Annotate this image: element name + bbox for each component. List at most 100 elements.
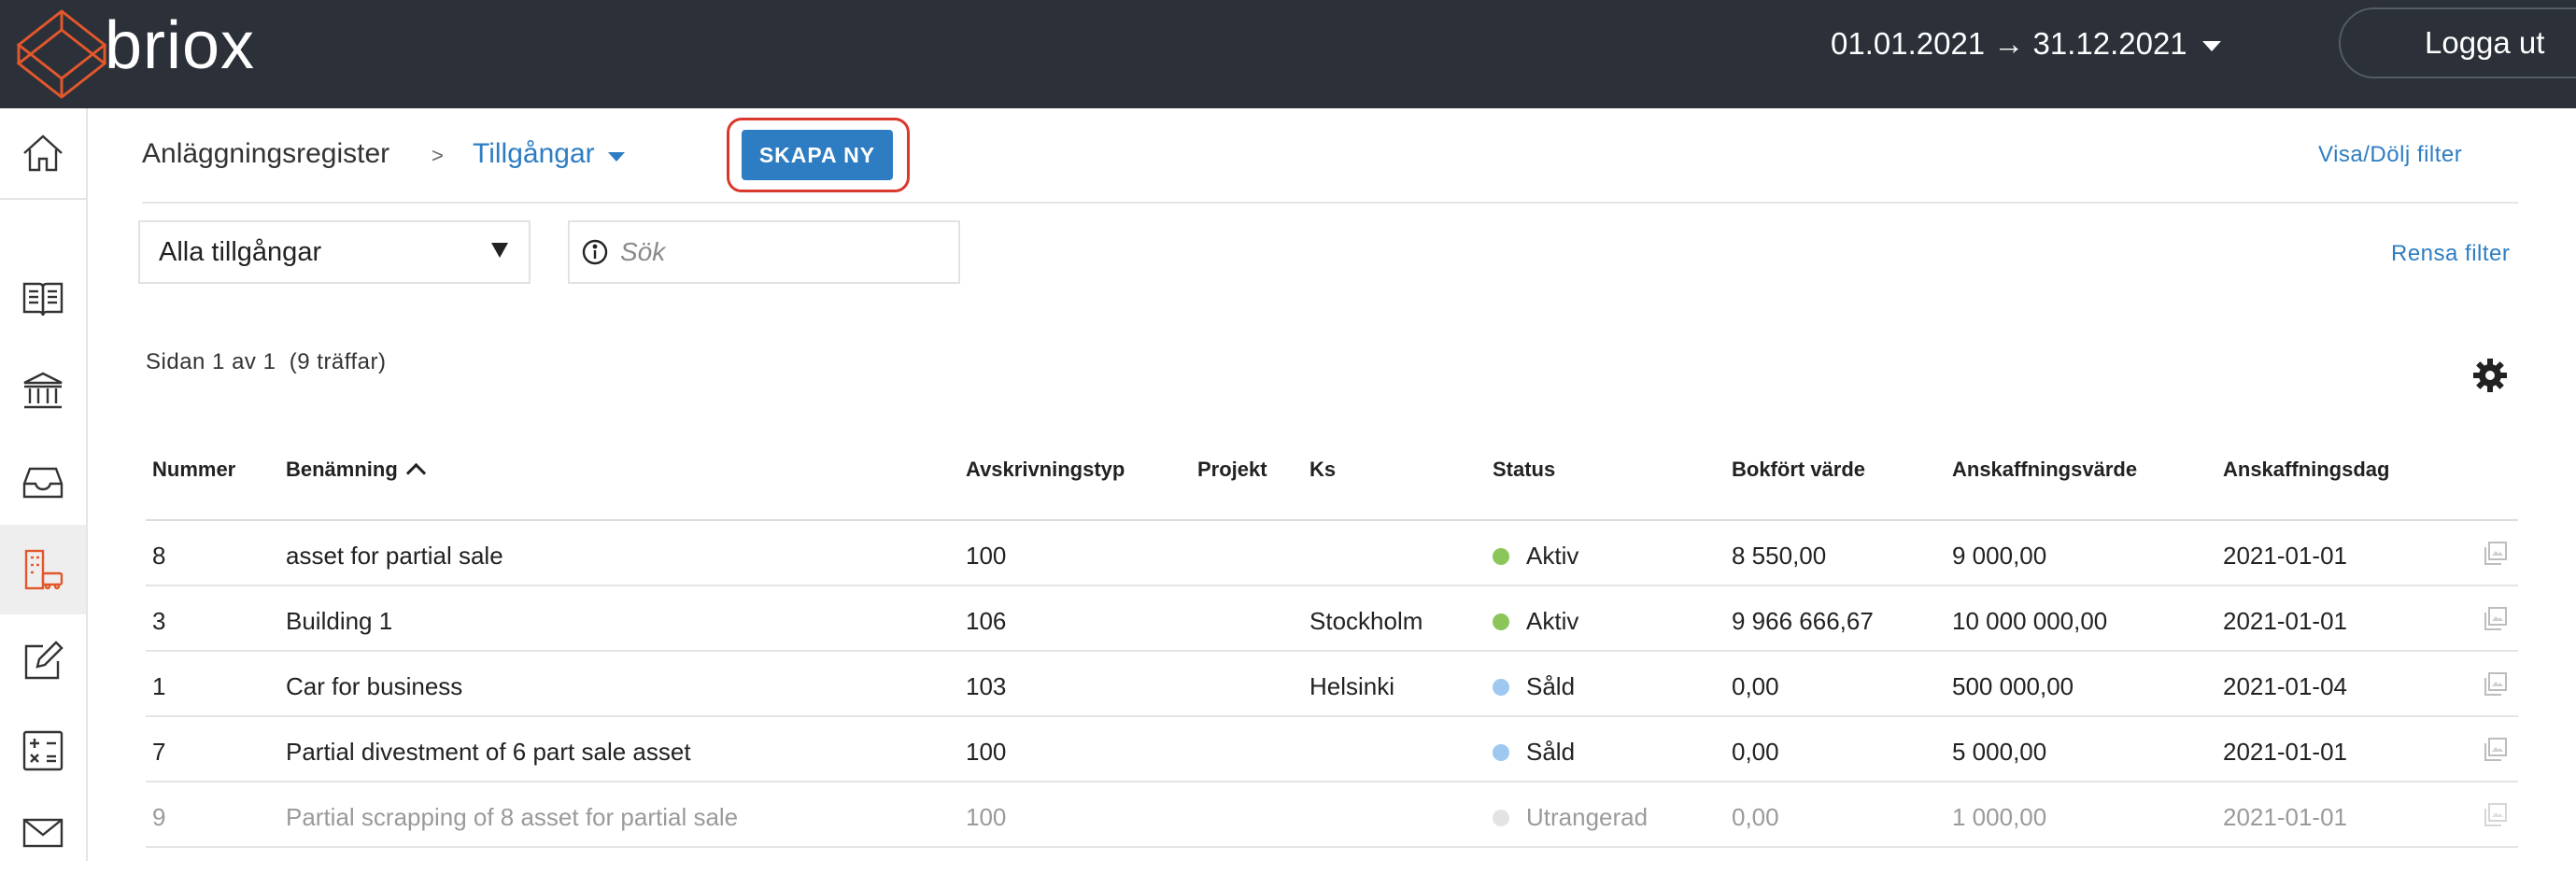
cell-depreciation-type: 100 <box>966 738 1007 766</box>
table-row[interactable]: 8 asset for partial sale 100 Aktiv 8 550… <box>0 521 2576 586</box>
cell-book-value: 0,00 <box>1732 803 1779 831</box>
status-dot <box>1493 613 1509 630</box>
sidebar-item-bank[interactable] <box>0 345 86 435</box>
pagination-info: Sidan 1 av 1 (9 träffar) <box>146 349 387 374</box>
breadcrumb-current-dropdown[interactable]: Tillgångar <box>473 138 625 170</box>
cell-acquisition-date: 2021-01-01 <box>2223 542 2347 570</box>
cell-name: Partial scrapping of 8 asset for partial… <box>286 803 739 831</box>
sidebar-item-home[interactable] <box>0 108 86 198</box>
cell-status: Aktiv <box>1493 542 1578 571</box>
cell-acquisition-value: 500 000,00 <box>1952 672 2074 700</box>
chevron-down-icon <box>2201 40 2221 51</box>
copy-icon[interactable] <box>2481 605 2509 633</box>
column-header-cost-center[interactable]: Ks <box>1309 458 1336 482</box>
cell-number: 9 <box>152 803 166 831</box>
toggle-filter-link[interactable]: Visa/Dölj filter <box>2318 142 2462 168</box>
column-header-depreciation-type[interactable]: Avskrivningstyp <box>966 458 1125 482</box>
cell-cost-center: Helsinki <box>1309 672 1395 700</box>
cell-name: Car for business <box>286 672 463 700</box>
cell-number: 3 <box>152 607 166 635</box>
date-range-selector[interactable]: 01.01.2021 → 31.12.2021 <box>1831 26 2221 62</box>
table-row[interactable]: 9 Partial scrapping of 8 asset for parti… <box>0 782 2576 848</box>
status-dot <box>1493 548 1509 565</box>
status-dot <box>1493 744 1509 761</box>
copy-icon[interactable] <box>2481 670 2509 698</box>
cell-name: Partial divestment of 6 part sale asset <box>286 738 691 766</box>
cell-status: Såld <box>1493 672 1575 701</box>
sort-ascending-icon <box>405 462 426 484</box>
breadcrumb-root[interactable]: Anläggningsregister <box>142 138 389 170</box>
dropdown-arrow-icon <box>491 243 508 258</box>
cell-book-value: 0,00 <box>1732 738 1779 766</box>
cell-acquisition-date: 2021-01-01 <box>2223 803 2347 831</box>
info-icon <box>582 239 608 265</box>
cell-acquisition-value: 10 000 000,00 <box>1952 607 2108 635</box>
cell-acquisition-date: 2021-01-01 <box>2223 738 2347 766</box>
breadcrumb-current-label: Tillgångar <box>473 138 595 169</box>
breadcrumb-separator: > <box>432 144 444 167</box>
cell-status: Såld <box>1493 738 1575 767</box>
status-label: Aktiv <box>1526 607 1579 635</box>
cell-book-value: 8 550,00 <box>1732 542 1827 570</box>
status-label: Såld <box>1526 672 1576 700</box>
search-input[interactable] <box>618 236 958 268</box>
cell-acquisition-value: 9 000,00 <box>1952 542 2047 570</box>
cell-number: 8 <box>152 542 166 570</box>
status-label: Såld <box>1526 738 1576 766</box>
column-header-project[interactable]: Projekt <box>1197 458 1267 482</box>
date-range-text: 01.01.2021 → 31.12.2021 <box>1831 26 2187 61</box>
row-divider <box>146 846 2518 848</box>
copy-icon[interactable] <box>2481 540 2509 568</box>
table-row[interactable]: 1 Car for business 103 Helsinki Såld 0,0… <box>0 652 2576 717</box>
cell-acquisition-value: 1 000,00 <box>1952 803 2047 831</box>
cell-depreciation-type: 100 <box>966 542 1007 570</box>
cell-number: 1 <box>152 672 166 700</box>
briox-logo-icon <box>16 9 107 99</box>
status-label: Utrangerad <box>1526 803 1649 831</box>
copy-icon[interactable] <box>2481 801 2509 829</box>
clear-filter-link[interactable]: Rensa filter <box>2391 241 2510 267</box>
create-new-button[interactable]: SKAPA NY <box>742 130 893 180</box>
cell-number: 7 <box>152 738 166 766</box>
cell-status: Aktiv <box>1493 607 1578 636</box>
chevron-down-icon <box>607 152 625 162</box>
cell-status: Utrangerad <box>1493 803 1648 832</box>
status-dot <box>1493 810 1509 826</box>
asset-filter-value: Alla tillgångar <box>159 236 322 267</box>
logout-button[interactable]: Logga ut <box>2339 7 2576 78</box>
sidebar-item-inbox[interactable] <box>0 437 86 527</box>
search-box <box>568 220 960 284</box>
cell-name: Building 1 <box>286 607 393 635</box>
book-icon <box>22 282 64 317</box>
cell-book-value: 9 966 666,67 <box>1732 607 1874 635</box>
cell-depreciation-type: 106 <box>966 607 1007 635</box>
cell-acquisition-value: 5 000,00 <box>1952 738 2047 766</box>
column-header-status[interactable]: Status <box>1493 458 1555 482</box>
header-divider <box>142 202 2518 204</box>
column-header-name[interactable]: Benämning <box>286 458 426 484</box>
logo-text: briox <box>105 8 256 83</box>
cell-cost-center: Stockholm <box>1309 607 1423 635</box>
column-header-name-label: Benämning <box>286 458 398 481</box>
copy-icon[interactable] <box>2481 736 2509 764</box>
gear-icon[interactable] <box>2471 357 2509 394</box>
asset-filter-select[interactable]: Alla tillgångar <box>138 220 531 284</box>
cell-depreciation-type: 103 <box>966 672 1007 700</box>
bank-icon <box>23 372 63 409</box>
table-row[interactable]: 7 Partial divestment of 6 part sale asse… <box>0 717 2576 782</box>
cell-acquisition-date: 2021-01-04 <box>2223 672 2347 700</box>
table-row[interactable]: 3 Building 1 106 Stockholm Aktiv 9 966 6… <box>0 586 2576 652</box>
inbox-icon <box>22 467 64 499</box>
top-bar: briox 01.01.2021 → 31.12.2021 Logga ut <box>0 0 2576 108</box>
status-dot <box>1493 679 1509 696</box>
column-header-acquisition-value[interactable]: Anskaffningsvärde <box>1952 458 2137 482</box>
cell-acquisition-date: 2021-01-01 <box>2223 607 2347 635</box>
column-header-book-value[interactable]: Bokfört värde <box>1732 458 1865 482</box>
column-header-acquisition-date[interactable]: Anskaffningsdag <box>2223 458 2389 482</box>
sidebar-divider <box>0 198 86 200</box>
status-label: Aktiv <box>1526 542 1579 570</box>
cell-depreciation-type: 100 <box>966 803 1007 831</box>
column-header-number[interactable]: Nummer <box>152 458 235 482</box>
sidebar-item-bookkeeping[interactable] <box>0 254 86 344</box>
home-icon <box>23 134 63 172</box>
